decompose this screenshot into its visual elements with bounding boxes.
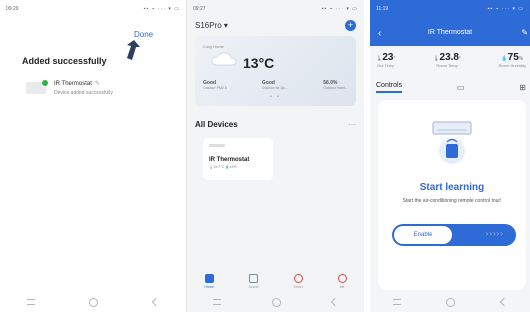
system-nav-bar bbox=[187, 292, 364, 312]
device-card-image bbox=[209, 144, 225, 147]
smart-tab-icon bbox=[293, 274, 303, 283]
readings-row: 🌡23° Out Temp 🌡23.8° Room Temp 💧75% Room… bbox=[376, 52, 526, 68]
system-nav-bar bbox=[0, 292, 186, 312]
home-icon[interactable] bbox=[271, 297, 281, 307]
weather-stat: 56.0% Outdoor Humi... bbox=[323, 80, 348, 90]
status-icons: ▪▪ ⌁ ··· ▾ ▭ bbox=[143, 6, 180, 12]
device-status-text: Device added successfully bbox=[54, 90, 113, 96]
page-title: Added successfully bbox=[22, 56, 107, 66]
added-device-row: IR Thermostat ✎ Device added successfull… bbox=[26, 79, 113, 96]
room-humidity-reading: 💧75% Room Humidity bbox=[498, 52, 526, 68]
recent-apps-icon[interactable] bbox=[27, 299, 36, 305]
learn-subtitle: Start the air-conditioning remote contro… bbox=[402, 198, 502, 204]
system-nav-bar bbox=[370, 292, 530, 312]
learn-title: Start learning bbox=[419, 182, 485, 193]
enable-button[interactable]: Enable bbox=[394, 226, 452, 244]
arrow-pointer-icon bbox=[127, 40, 140, 60]
learning-card: Start learning Start the air-conditionin… bbox=[378, 100, 526, 290]
device-name: IR Thermostat bbox=[54, 80, 92, 87]
thermostat-screen: 11:19 ▪▪ ⌁ ··· ▾ ▭ ‹ IR Thermostat ✎ 🌡23… bbox=[370, 0, 530, 312]
device-card-name: IR Thermostat bbox=[209, 157, 250, 163]
success-check-icon bbox=[41, 79, 49, 87]
enable-slider[interactable]: Enable ››››› bbox=[392, 224, 516, 246]
device-card-stats: 🌡15.7°C 💧43% bbox=[209, 165, 237, 169]
section-title: All Devices bbox=[195, 120, 238, 129]
tab-controls[interactable]: Controls bbox=[376, 82, 403, 93]
device-name-row: IR Thermostat ✎ bbox=[54, 80, 113, 88]
device-thumbnail bbox=[26, 79, 49, 94]
back-icon[interactable] bbox=[331, 297, 340, 307]
scene-tab-icon bbox=[249, 274, 259, 283]
status-time: 09:27 bbox=[193, 6, 206, 12]
header-bar: 11:19 ▪▪ ⌁ ··· ▾ ▭ ‹ IR Thermostat ✎ bbox=[370, 0, 530, 46]
added-successfully-screen: 09:29 ▪▪ ⌁ ··· ▾ ▭ Done Added successful… bbox=[0, 0, 186, 312]
tab-scene[interactable]: Scene bbox=[249, 274, 259, 289]
pencil-icon[interactable]: ✎ bbox=[95, 80, 100, 87]
home-screen: 09:27 ▪▪ ⌁ ··· ▾ ▭ S16Pro ▾ + Cozy Home … bbox=[186, 0, 364, 312]
chevrons-right-icon: ››››› bbox=[485, 229, 504, 238]
weather-stat: Good Outdoor Air Qu... bbox=[261, 80, 289, 90]
status-time: 09:29 bbox=[6, 6, 19, 12]
air-conditioner-icon bbox=[432, 121, 472, 164]
tab-me[interactable]: Me bbox=[337, 274, 347, 289]
status-bar: 09:27 ▪▪ ⌁ ··· ▾ ▭ bbox=[193, 4, 358, 14]
status-time: 11:19 bbox=[376, 6, 389, 12]
tab-home[interactable]: Home bbox=[204, 274, 214, 289]
status-icons: ▪▪ ⌁ ··· ▾ ▭ bbox=[487, 6, 524, 12]
weather-location: Cozy Home bbox=[203, 44, 224, 49]
recent-apps-icon[interactable] bbox=[392, 299, 401, 305]
status-bar: 11:19 ▪▪ ⌁ ··· ▾ ▭ bbox=[376, 4, 524, 14]
more-icon[interactable]: ··· bbox=[348, 120, 356, 129]
edit-icon[interactable]: ✎ bbox=[521, 28, 528, 37]
back-icon[interactable] bbox=[499, 297, 509, 307]
home-selector[interactable]: S16Pro ▾ bbox=[195, 21, 228, 30]
back-icon[interactable] bbox=[151, 297, 161, 307]
outdoor-temp-reading: 🌡23° Out Temp bbox=[376, 52, 396, 68]
home-icon[interactable] bbox=[446, 297, 456, 307]
device-card[interactable]: IR Thermostat 🌡15.7°C 💧43% bbox=[203, 138, 273, 180]
me-tab-icon bbox=[337, 274, 347, 283]
page-title: IR Thermostat bbox=[427, 29, 473, 36]
bottom-tab-bar: Home Scene Smart Me bbox=[187, 266, 364, 292]
grid-icon[interactable]: ⊞ bbox=[519, 83, 526, 92]
weather-stat: Good Outdoor PM2.5 bbox=[203, 80, 227, 90]
recent-apps-icon[interactable] bbox=[212, 299, 221, 305]
remote-icon[interactable]: ▭ bbox=[457, 83, 465, 92]
home-icon[interactable] bbox=[89, 297, 99, 307]
outdoor-temperature: 13°C bbox=[243, 55, 275, 71]
carousel-dots: • • bbox=[270, 94, 281, 100]
tab-row: Controls ▭ ⊞ bbox=[376, 82, 526, 93]
status-icons: ▪▪ ⌁ ··· ▾ ▭ bbox=[321, 6, 358, 12]
tab-smart[interactable]: Smart bbox=[293, 274, 303, 289]
home-tab-icon bbox=[204, 274, 214, 283]
weather-card: Cozy Home 13°C Good Outdoor PM2.5 Good O… bbox=[195, 36, 356, 106]
cloud-icon bbox=[211, 52, 237, 66]
status-bar: 09:29 ▪▪ ⌁ ··· ▾ ▭ bbox=[6, 4, 180, 14]
room-temp-reading: 🌡23.8° Room Temp bbox=[433, 52, 461, 68]
add-device-button[interactable]: + bbox=[345, 20, 356, 31]
